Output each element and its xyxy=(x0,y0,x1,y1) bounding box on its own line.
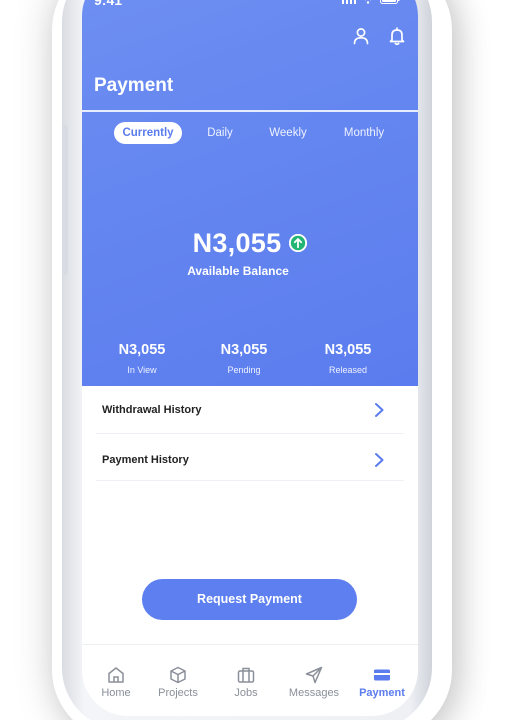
stat-label: In View xyxy=(127,365,157,375)
stat-label: Released xyxy=(328,365,368,375)
balance-amount-row: N3,055 xyxy=(82,227,418,259)
balance-amount: N3,055 xyxy=(192,228,282,259)
status-time: 9:41 xyxy=(94,0,123,8)
briefcase-icon xyxy=(237,667,255,683)
nav-label: Projects xyxy=(158,687,198,699)
stat-value: N3,055 xyxy=(118,342,166,358)
nav-label: Payment xyxy=(359,687,405,699)
signal-icon xyxy=(342,0,357,5)
phone-screen: 9:41 Payment Currently Daily Weekly Mont… xyxy=(82,0,418,716)
withdrawal-history-row[interactable]: Withdrawal History xyxy=(96,386,404,434)
stat-released: N3,055 Released xyxy=(298,342,398,375)
nav-payment[interactable]: Payment xyxy=(348,645,416,705)
list-divider xyxy=(96,480,404,481)
wifi-icon xyxy=(364,0,372,5)
nav-jobs[interactable]: Jobs xyxy=(212,645,280,705)
nav-label: Messages xyxy=(288,687,340,699)
bottom-nav: Home Projects Jobs Messages Payment xyxy=(82,644,418,716)
request-payment-button[interactable]: Request Payment xyxy=(142,579,357,620)
balance-label: Available Balance xyxy=(187,264,289,278)
card-icon xyxy=(374,669,390,681)
stat-value: N3,055 xyxy=(220,342,268,358)
bell-icon[interactable] xyxy=(387,26,407,46)
send-icon xyxy=(305,666,323,684)
tab-monthly[interactable]: Monthly xyxy=(334,122,394,144)
chevron-right-icon xyxy=(375,453,384,467)
user-icon[interactable] xyxy=(351,26,371,46)
stat-label: Pending xyxy=(227,365,261,375)
list-item-label: Withdrawal History xyxy=(102,404,202,416)
nav-messages[interactable]: Messages xyxy=(280,645,348,705)
battery-icon xyxy=(380,0,400,5)
period-tabs: Currently Daily Weekly Monthly xyxy=(82,122,418,144)
phone-side-button xyxy=(62,125,68,275)
balance-header: 9:41 Payment Currently Daily Weekly Mont… xyxy=(82,0,418,386)
header-divider xyxy=(82,110,418,112)
list-item-label: Payment History xyxy=(102,454,189,466)
stat-pending: N3,055 Pending xyxy=(194,342,294,375)
tab-weekly[interactable]: Weekly xyxy=(262,122,314,144)
stat-in-view: N3,055 In View xyxy=(92,342,192,375)
box-icon xyxy=(170,666,186,684)
nav-label: Jobs xyxy=(234,687,258,699)
page-title: Payment xyxy=(94,75,174,96)
tab-daily[interactable]: Daily xyxy=(194,122,246,144)
tab-currently[interactable]: Currently xyxy=(114,122,182,144)
nav-label: Home xyxy=(101,687,131,699)
nav-home[interactable]: Home xyxy=(82,645,150,705)
list-divider xyxy=(96,433,404,434)
chevron-right-icon xyxy=(375,403,384,417)
trend-up-icon xyxy=(289,233,308,252)
stat-value: N3,055 xyxy=(324,342,372,358)
home-icon xyxy=(108,667,124,683)
payment-history-row[interactable]: Payment History xyxy=(96,436,404,484)
status-icons xyxy=(342,0,400,5)
nav-projects[interactable]: Projects xyxy=(144,645,212,705)
app-stage: 9:41 Payment Currently Daily Weekly Mont… xyxy=(0,0,527,720)
